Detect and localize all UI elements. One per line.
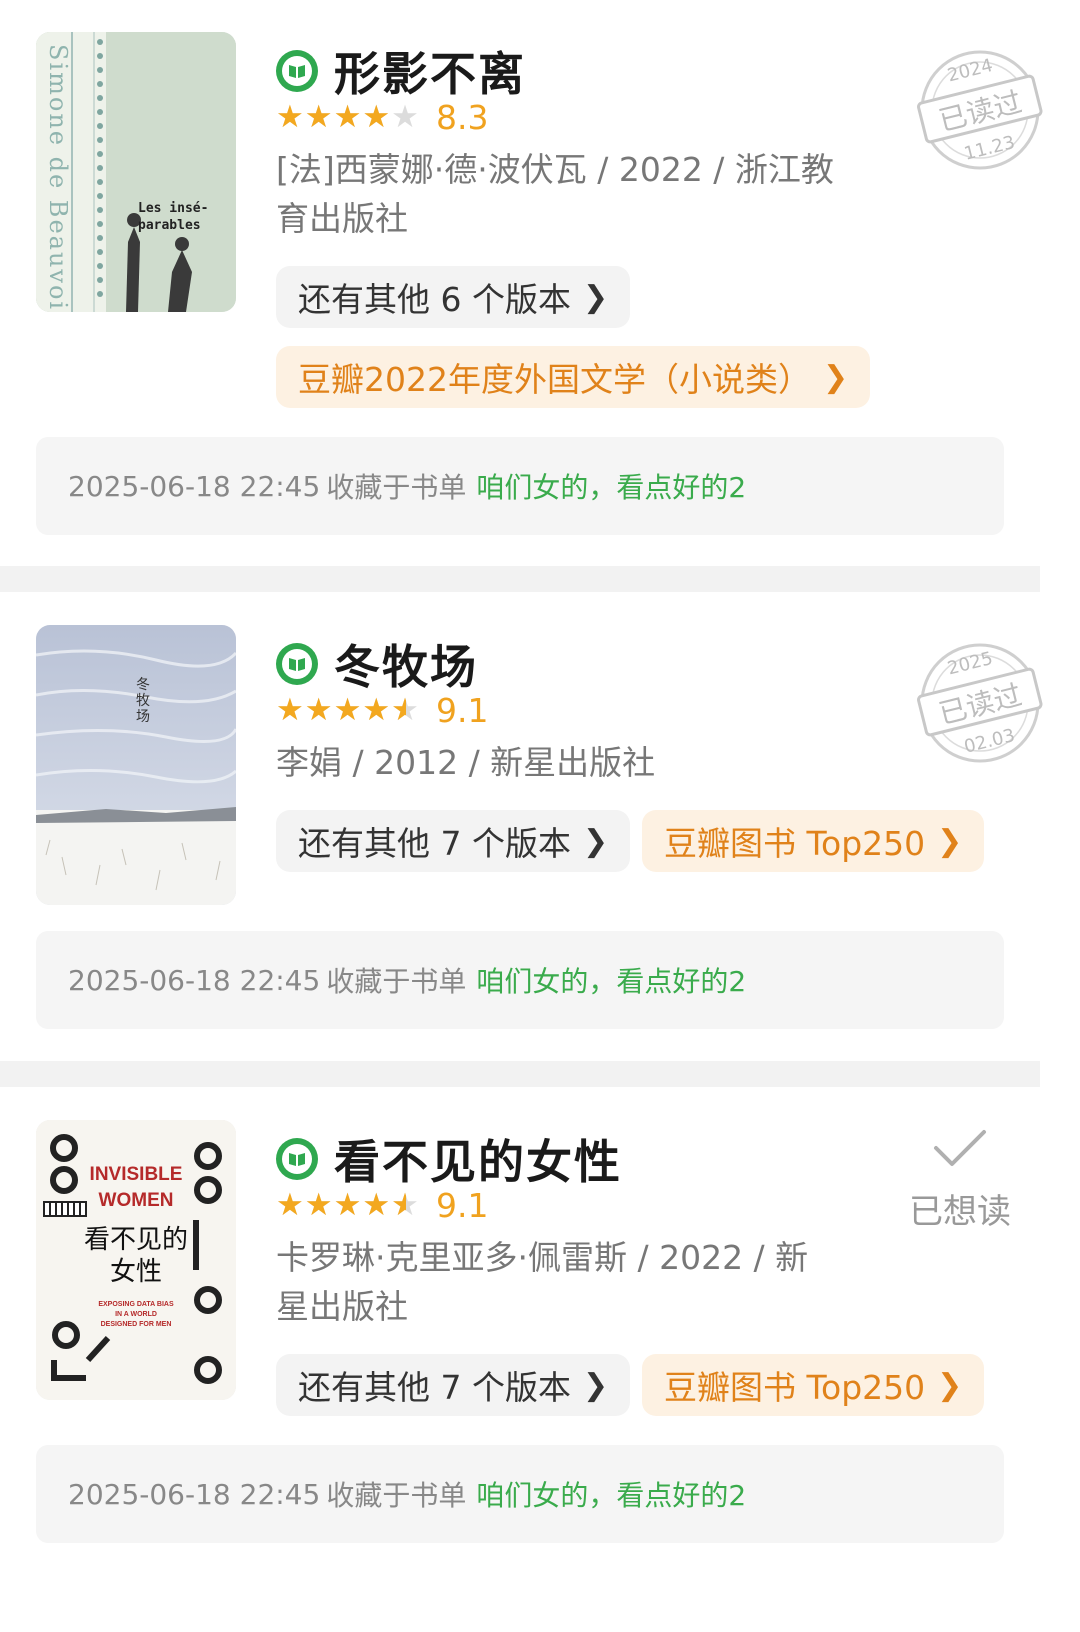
collection-link[interactable]: 咱们女的，看点好的2: [476, 1474, 746, 1514]
collected-time: 2025-06-18 22:45: [68, 469, 321, 503]
read-status-icon: [276, 1138, 318, 1180]
chevron-right-icon: ❯: [582, 1367, 609, 1403]
chevron-right-icon: ❯: [582, 823, 609, 859]
collection-link[interactable]: 咱们女的，看点好的2: [476, 466, 746, 506]
versions-button[interactable]: 还有其他 7 个版本 ❯: [276, 1354, 631, 1416]
section-divider: [0, 1061, 1040, 1087]
versions-label: 还有其他 7 个版本: [298, 824, 571, 863]
top250-badge-label: 豆瓣图书 Top250: [664, 824, 926, 863]
chevron-right-icon: ❯: [822, 359, 849, 395]
collection-info[interactable]: 2025-06-18 22:45 收藏于书单 咱们女的，看点好的2: [36, 931, 1004, 1029]
book-title[interactable]: 冬牧场: [334, 631, 478, 697]
collection-info[interactable]: 2025-06-18 22:45 收藏于书单 咱们女的，看点好的2: [36, 437, 1004, 535]
collected-prefix: 收藏于书单: [326, 471, 467, 504]
book-title[interactable]: 看不见的女性: [334, 1126, 622, 1192]
cover-art-icon: [36, 625, 236, 905]
book-meta: 李娟 / 2012 / 新星出版社: [276, 743, 656, 782]
book-cover[interactable]: INVISIBLE WOMEN 看不见的 女性 EXPOSING DATA BIAS…: [36, 1120, 236, 1400]
rating-score: 8.3: [435, 98, 489, 137]
read-status-icon: [276, 643, 318, 685]
cover-title-text: Les insé- parables: [138, 201, 209, 233]
checkmark-icon: [934, 1130, 986, 1166]
rating-stars-icon: ★★★★★ ★★★★★: [276, 99, 420, 135]
chevron-right-icon: ❯: [937, 1367, 963, 1403]
top250-badge-button[interactable]: 豆瓣图书 Top250 ❯: [642, 810, 985, 872]
read-stamp-icon: 2024 已读过 11.23: [915, 45, 1045, 175]
read-status-icon: [276, 50, 318, 92]
rating-score: 9.1: [435, 1186, 489, 1225]
wanted-label: 已想读: [909, 1192, 1011, 1232]
collection-info[interactable]: 2025-06-18 22:45 收藏于书单 咱们女的，看点好的2: [36, 1445, 1004, 1543]
cover-subtitle: EXPOSING DATA BIAS IN A WORLD DESIGNED F…: [98, 1301, 174, 1328]
versions-button[interactable]: 还有其他 6 个版本 ❯: [276, 266, 631, 328]
collection-link[interactable]: 咱们女的，看点好的2: [476, 960, 746, 1000]
book-cover[interactable]: Simone de Beauvoir Les insé- parables: [36, 32, 236, 312]
book-title[interactable]: 形影不离: [334, 38, 526, 104]
award-badge-label: 豆瓣2022年度外国文学（小说类）: [298, 360, 811, 399]
versions-button[interactable]: 还有其他 7 个版本 ❯: [276, 810, 631, 872]
cover-title-text: 冬牧场: [136, 677, 150, 725]
book-meta: [法]西蒙娜·德·波伏瓦 / 2022 / 浙江教育出版社: [276, 150, 834, 238]
cover-title-cn: 看不见的 女性: [83, 1225, 188, 1287]
collected-time: 2025-06-18 22:45: [68, 1477, 321, 1511]
read-stamp-icon: 2025 已读过 02.03: [915, 638, 1045, 768]
top250-badge-button[interactable]: 豆瓣图书 Top250 ❯: [642, 1354, 985, 1416]
wanted-status-button[interactable]: 已想读: [905, 1126, 1015, 1233]
cover-spine-text: Simone de Beauvoir: [44, 44, 72, 312]
rating-score: 9.1: [435, 691, 489, 730]
collected-prefix: 收藏于书单: [326, 965, 467, 998]
section-divider: [0, 566, 1040, 592]
rating-stars-icon: ★★★★★ ★★★★★: [276, 1187, 420, 1223]
collected-time: 2025-06-18 22:45: [68, 963, 321, 997]
cover-title-en: INVISIBLE WOMEN: [89, 1164, 183, 1211]
versions-label: 还有其他 7 个版本: [298, 1368, 571, 1407]
award-badge-button[interactable]: 豆瓣2022年度外国文学（小说类） ❯: [276, 346, 871, 408]
book-cover[interactable]: 冬牧场: [36, 625, 236, 905]
rating-stars-icon: ★★★★★ ★★★★★: [276, 692, 420, 728]
top250-badge-label: 豆瓣图书 Top250: [664, 1368, 926, 1407]
collected-prefix: 收藏于书单: [326, 1479, 467, 1512]
chevron-right-icon: ❯: [937, 823, 963, 859]
versions-label: 还有其他 6 个版本: [298, 280, 571, 319]
chevron-right-icon: ❯: [582, 279, 609, 315]
book-meta: 卡罗琳·克里亚多·佩雷斯 / 2022 / 新星出版社: [276, 1238, 809, 1326]
